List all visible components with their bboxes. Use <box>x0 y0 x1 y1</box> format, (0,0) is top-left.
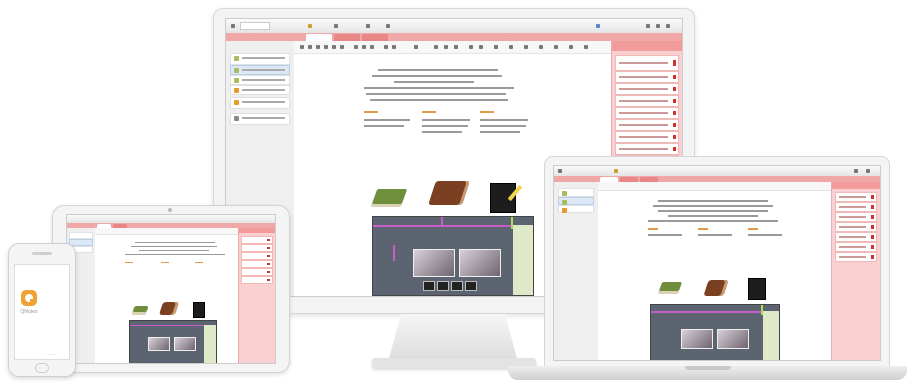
notebook-sidebar <box>554 182 599 360</box>
note-text-line <box>378 69 498 71</box>
note-editor[interactable] <box>598 182 832 360</box>
note-text-line <box>394 81 474 83</box>
note-text-line <box>370 99 508 101</box>
note-list-item[interactable] <box>615 55 679 71</box>
user-icon[interactable] <box>596 24 600 28</box>
note-tab-bar <box>226 33 682 41</box>
toolbar-button[interactable] <box>308 24 312 28</box>
note-list-item[interactable] <box>615 83 679 95</box>
green-book-icon <box>657 282 683 294</box>
embedded-screenshot <box>372 216 534 296</box>
note-list-item[interactable] <box>615 131 679 143</box>
tablet-camera <box>168 208 172 212</box>
close-icon[interactable] <box>666 24 670 28</box>
settings-icon[interactable] <box>646 24 650 28</box>
note-tab[interactable] <box>362 34 388 41</box>
note-list-item[interactable] <box>615 119 679 131</box>
note-list-item[interactable] <box>615 95 679 107</box>
toolbar-button[interactable] <box>366 24 370 28</box>
notebook-pencil-icon <box>748 278 766 300</box>
minimize-icon[interactable] <box>656 24 660 28</box>
note-tab[interactable] <box>334 34 360 41</box>
sidebar-item[interactable] <box>230 113 290 125</box>
note-text-line <box>372 75 502 77</box>
brown-book-icon <box>703 280 729 296</box>
menu-icon[interactable] <box>231 24 235 28</box>
app-name: QNotes <box>20 309 38 315</box>
column-heading <box>422 111 436 113</box>
laptop-notch <box>685 366 731 370</box>
note-tab[interactable] <box>306 34 332 41</box>
note-text-line <box>366 93 506 95</box>
home-button[interactable] <box>35 363 49 373</box>
toolbar-button[interactable] <box>334 24 338 28</box>
note-list-item[interactable] <box>615 71 679 83</box>
sidebar-item[interactable] <box>230 65 290 75</box>
sidebar-item[interactable] <box>230 97 290 109</box>
green-book-icon <box>370 189 408 207</box>
sidebar-item[interactable] <box>230 75 290 85</box>
sidebar-item[interactable] <box>230 53 290 65</box>
toolbar-button[interactable] <box>386 24 390 28</box>
sidebar-item[interactable] <box>230 85 290 95</box>
note-list-item[interactable] <box>615 143 679 155</box>
app-toolbar <box>226 19 682 34</box>
tablet-screen <box>66 214 276 364</box>
format-toolbar <box>294 41 612 54</box>
note-editor[interactable] <box>95 228 239 363</box>
monitor-stand <box>388 314 518 362</box>
note-list-item[interactable] <box>615 107 679 119</box>
column-heading <box>480 111 494 113</box>
search-input[interactable] <box>240 22 270 30</box>
embedded-screenshot <box>129 320 217 363</box>
laptop-screen <box>553 165 881 361</box>
panel-header <box>612 41 682 51</box>
column-heading <box>364 111 378 113</box>
embedded-screenshot <box>650 304 780 360</box>
note-text-line <box>364 87 514 89</box>
notes-list-panel <box>238 228 275 363</box>
brown-book-icon <box>428 181 470 205</box>
phone-footer: ——— <box>47 352 56 356</box>
notes-list-panel <box>831 182 880 360</box>
phone-speaker <box>32 252 52 255</box>
qnotes-logo-icon[interactable] <box>21 290 37 306</box>
